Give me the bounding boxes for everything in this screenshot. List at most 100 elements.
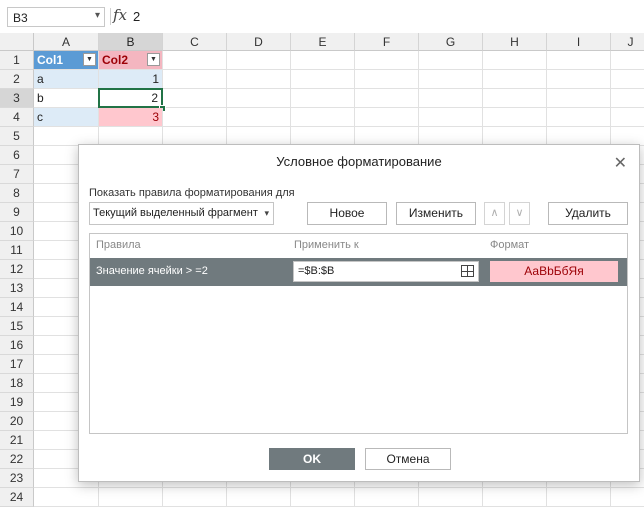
grid-cell[interactable] (419, 108, 483, 127)
grid-cell[interactable] (419, 70, 483, 89)
grid-cell[interactable] (163, 89, 227, 108)
grid-cell[interactable] (227, 51, 291, 70)
name-box[interactable]: B3 ▾ (7, 7, 105, 27)
grid-cell[interactable] (355, 108, 419, 127)
close-icon[interactable]: ✕ (614, 153, 627, 173)
chevron-down-icon[interactable]: ▾ (264, 203, 269, 224)
row-header-23[interactable]: 23 (0, 469, 34, 488)
row-header-2[interactable]: 2 (0, 70, 34, 89)
grid-cell[interactable] (227, 89, 291, 108)
column-header-c[interactable]: C (163, 33, 227, 51)
cell-a3[interactable]: b (34, 89, 99, 108)
cell-b3-active[interactable]: 2 (98, 88, 163, 108)
table-header-col1[interactable]: Col1 ▼ (34, 51, 99, 70)
row-header-9[interactable]: 9 (0, 203, 34, 222)
grid-cell[interactable] (547, 89, 611, 108)
move-up-icon[interactable]: ∧ (484, 202, 505, 225)
grid-cell[interactable] (419, 89, 483, 108)
row-header-10[interactable]: 10 (0, 222, 34, 241)
row-header-16[interactable]: 16 (0, 336, 34, 355)
move-down-icon[interactable]: ∨ (509, 202, 530, 225)
row-header-1[interactable]: 1 (0, 51, 34, 70)
delete-rule-button[interactable]: Удалить (548, 202, 628, 225)
grid-cell[interactable] (419, 488, 483, 507)
row-header-11[interactable]: 11 (0, 241, 34, 260)
grid-cell[interactable] (483, 108, 547, 127)
grid-cell[interactable] (291, 51, 355, 70)
row-header-18[interactable]: 18 (0, 374, 34, 393)
cell-b2[interactable]: 1 (99, 70, 163, 89)
edit-rule-button[interactable]: Изменить (396, 202, 476, 225)
grid-cell[interactable] (419, 51, 483, 70)
grid-cell[interactable] (99, 488, 163, 507)
row-header-24[interactable]: 24 (0, 488, 34, 507)
column-header-e[interactable]: E (291, 33, 355, 51)
grid-cell[interactable] (163, 488, 227, 507)
grid-cell[interactable] (355, 488, 419, 507)
grid-cell[interactable] (291, 70, 355, 89)
table-header-col2[interactable]: Col2 ▼ (99, 51, 163, 70)
column-header-i[interactable]: I (547, 33, 611, 51)
row-header-14[interactable]: 14 (0, 298, 34, 317)
grid-cell[interactable] (291, 108, 355, 127)
grid-cell[interactable] (483, 70, 547, 89)
filter-dropdown-icon[interactable]: ▼ (83, 53, 96, 66)
row-header-17[interactable]: 17 (0, 355, 34, 374)
row-header-15[interactable]: 15 (0, 317, 34, 336)
grid-cell[interactable] (227, 70, 291, 89)
grid-cell[interactable] (483, 51, 547, 70)
cell-b4-highlighted[interactable]: 3 (99, 108, 163, 127)
row-header-20[interactable]: 20 (0, 412, 34, 431)
row-header-3[interactable]: 3 (0, 89, 34, 108)
range-select-icon[interactable] (461, 265, 474, 277)
grid-cell[interactable] (227, 108, 291, 127)
row-header-13[interactable]: 13 (0, 279, 34, 298)
grid-cell[interactable] (291, 89, 355, 108)
grid-cell[interactable] (611, 89, 644, 108)
grid-cell[interactable] (34, 488, 99, 507)
row-header-12[interactable]: 12 (0, 260, 34, 279)
grid-cell[interactable] (611, 108, 644, 127)
scope-select[interactable]: Текущий выделенный фрагмент ▾ (89, 202, 274, 225)
grid-cell[interactable] (547, 108, 611, 127)
grid-cell[interactable] (163, 51, 227, 70)
grid-cell[interactable] (163, 108, 227, 127)
grid-cell[interactable] (291, 488, 355, 507)
column-header-g[interactable]: G (419, 33, 483, 51)
grid-cell[interactable] (227, 488, 291, 507)
grid-cell[interactable] (611, 488, 644, 507)
row-header-19[interactable]: 19 (0, 393, 34, 412)
cell-a2[interactable]: a (34, 70, 99, 89)
column-header-d[interactable]: D (227, 33, 291, 51)
row-header-8[interactable]: 8 (0, 184, 34, 203)
filter-dropdown-icon[interactable]: ▼ (147, 53, 160, 66)
row-header-21[interactable]: 21 (0, 431, 34, 450)
grid-cell[interactable] (547, 70, 611, 89)
ok-button[interactable]: OK (269, 448, 355, 470)
column-header-b[interactable]: B (99, 33, 163, 51)
cell-a4[interactable]: c (34, 108, 99, 127)
function-icon[interactable]: fx (113, 6, 127, 24)
row-header-6[interactable]: 6 (0, 146, 34, 165)
rules-list[interactable]: Правила Применить к Формат Значение ячей… (89, 233, 628, 434)
grid-cell[interactable] (355, 89, 419, 108)
cancel-button[interactable]: Отмена (365, 448, 451, 470)
chevron-down-icon[interactable]: ▾ (95, 10, 100, 21)
grid-cell[interactable] (355, 51, 419, 70)
new-rule-button[interactable]: Новое (307, 202, 387, 225)
grid-cell[interactable] (483, 488, 547, 507)
grid-cell[interactable] (163, 70, 227, 89)
column-header-h[interactable]: H (483, 33, 547, 51)
row-header-7[interactable]: 7 (0, 165, 34, 184)
column-header-f[interactable]: F (355, 33, 419, 51)
grid-cell[interactable] (547, 488, 611, 507)
rule-row[interactable]: Значение ячейки > =2 =$B:$B АаВbБбЯя (90, 258, 627, 286)
column-header-a[interactable]: A (34, 33, 99, 51)
apply-to-input[interactable]: =$B:$B (293, 261, 479, 282)
grid-cell[interactable] (547, 51, 611, 70)
formula-input[interactable]: 2 (133, 9, 140, 24)
column-header-j[interactable]: J (611, 33, 644, 51)
grid-cell[interactable] (611, 70, 644, 89)
select-all-corner[interactable] (0, 33, 34, 51)
grid-cell[interactable] (611, 51, 644, 70)
